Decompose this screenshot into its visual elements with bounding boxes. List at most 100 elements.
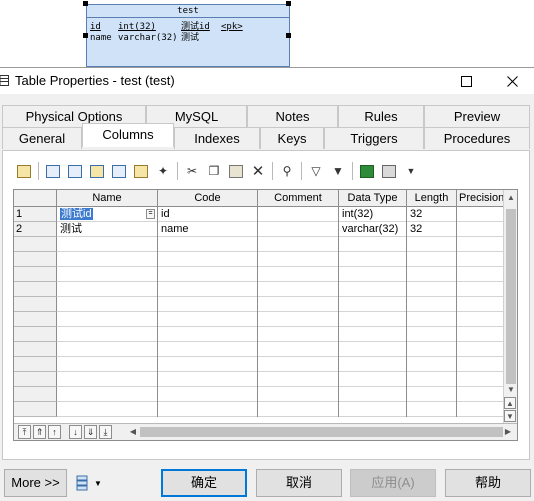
row-number[interactable] [14, 372, 57, 387]
header-data-type[interactable]: Data Type [339, 190, 407, 207]
empty-cell[interactable] [407, 252, 457, 267]
move-up-icon[interactable]: ↑ [48, 425, 61, 439]
precision-cell[interactable] [457, 222, 504, 237]
empty-cell[interactable] [457, 327, 504, 342]
row-number[interactable] [14, 297, 57, 312]
name-cell[interactable]: 测试id = [57, 207, 158, 222]
entity-box[interactable]: test id int(32) 测试id <pk> name varchar(32) 测试 [86, 4, 290, 67]
empty-table-row[interactable] [14, 297, 504, 312]
scroll-right-icon[interactable]: ▶ [501, 425, 515, 439]
empty-cell[interactable] [258, 402, 339, 417]
empty-cell[interactable] [258, 327, 339, 342]
empty-cell[interactable] [339, 357, 407, 372]
header-name[interactable]: Name [57, 190, 158, 207]
vertical-scrollbar[interactable]: ▲ ▼ ▲ ▼ [503, 190, 517, 423]
tab-columns[interactable]: Columns [82, 123, 174, 147]
apply-button[interactable]: 应用(A) [350, 469, 436, 497]
empty-table-row[interactable] [14, 372, 504, 387]
tab-keys[interactable]: Keys [260, 127, 324, 149]
row-number[interactable] [14, 402, 57, 417]
empty-table-row[interactable] [14, 402, 504, 417]
empty-cell[interactable] [457, 267, 504, 282]
empty-cell[interactable] [57, 342, 158, 357]
clear-filter-icon[interactable]: ▼ [327, 160, 349, 182]
row-number[interactable] [14, 267, 57, 282]
find-icon[interactable]: ⚲ [276, 160, 298, 182]
empty-cell[interactable] [158, 282, 258, 297]
move-top-icon[interactable]: ⤒ [18, 425, 31, 439]
empty-cell[interactable] [339, 342, 407, 357]
cancel-button[interactable]: 取消 [256, 469, 342, 497]
empty-cell[interactable] [407, 312, 457, 327]
code-cell[interactable]: id [158, 207, 258, 222]
empty-cell[interactable] [258, 252, 339, 267]
empty-cell[interactable] [457, 297, 504, 312]
empty-cell[interactable] [407, 282, 457, 297]
row-number[interactable] [14, 312, 57, 327]
table-row[interactable]: 2 测试 name varchar(32) 32 [14, 222, 504, 237]
dropdown-icon[interactable]: ▼ [400, 160, 422, 182]
empty-cell[interactable] [407, 267, 457, 282]
empty-cell[interactable] [457, 402, 504, 417]
empty-cell[interactable] [158, 267, 258, 282]
empty-cell[interactable] [57, 297, 158, 312]
empty-cell[interactable] [339, 267, 407, 282]
properties-icon[interactable] [13, 160, 35, 182]
empty-cell[interactable] [407, 372, 457, 387]
filter-icon[interactable]: ▽ [305, 160, 327, 182]
empty-cell[interactable] [457, 252, 504, 267]
selection-handle[interactable] [286, 1, 291, 6]
empty-cell[interactable] [457, 237, 504, 252]
empty-cell[interactable] [258, 237, 339, 252]
empty-cell[interactable] [57, 267, 158, 282]
data-type-cell[interactable]: int(32) [339, 207, 407, 222]
empty-table-row[interactable] [14, 312, 504, 327]
copy-icon[interactable] [108, 160, 130, 182]
empty-cell[interactable] [57, 327, 158, 342]
selection-handle[interactable] [83, 1, 88, 6]
comment-cell[interactable] [258, 207, 339, 222]
scroll-up-icon[interactable]: ▲ [504, 191, 517, 205]
empty-cell[interactable] [57, 387, 158, 402]
maximize-button[interactable] [443, 68, 489, 94]
empty-cell[interactable] [158, 372, 258, 387]
paste-icon[interactable] [225, 160, 247, 182]
row-number[interactable] [14, 327, 57, 342]
tab-procedures[interactable]: Procedures [424, 127, 530, 149]
empty-cell[interactable] [457, 342, 504, 357]
empty-table-row[interactable] [14, 327, 504, 342]
empty-cell[interactable] [57, 282, 158, 297]
row-number[interactable] [14, 252, 57, 267]
diagram-canvas[interactable]: test id int(32) 测试id <pk> name varchar(32) 测试 [0, 0, 534, 67]
empty-cell[interactable] [57, 372, 158, 387]
empty-cell[interactable] [339, 297, 407, 312]
move-page-up-icon[interactable]: ⇑ [33, 425, 46, 439]
columns-grid[interactable]: Name Code Comment Data Type Length Preci… [13, 189, 518, 441]
empty-cell[interactable] [339, 387, 407, 402]
row-number[interactable] [14, 357, 57, 372]
excel-icon[interactable] [356, 160, 378, 182]
comment-cell[interactable] [258, 222, 339, 237]
insert-row-icon[interactable] [42, 160, 64, 182]
empty-table-row[interactable] [14, 267, 504, 282]
scroll-left-icon[interactable]: ◀ [126, 425, 140, 439]
empty-cell[interactable] [339, 282, 407, 297]
ellipsis-button[interactable]: = [146, 209, 155, 219]
empty-cell[interactable] [258, 372, 339, 387]
selection-handle[interactable] [83, 33, 88, 38]
row-number[interactable]: 2 [14, 222, 57, 237]
empty-cell[interactable] [407, 237, 457, 252]
empty-cell[interactable] [158, 327, 258, 342]
row-number[interactable] [14, 387, 57, 402]
empty-cell[interactable] [457, 282, 504, 297]
horizontal-scrollbar[interactable]: ◀ ▶ [126, 425, 516, 439]
scroll-down-icon[interactable]: ▼ [504, 383, 517, 397]
empty-cell[interactable] [339, 252, 407, 267]
header-precision[interactable]: Precision [457, 190, 504, 207]
empty-cell[interactable] [258, 267, 339, 282]
length-cell[interactable]: 32 [407, 207, 457, 222]
empty-cell[interactable] [158, 252, 258, 267]
tab-preview[interactable]: Preview [424, 105, 530, 127]
code-cell[interactable]: name [158, 222, 258, 237]
empty-cell[interactable] [339, 402, 407, 417]
